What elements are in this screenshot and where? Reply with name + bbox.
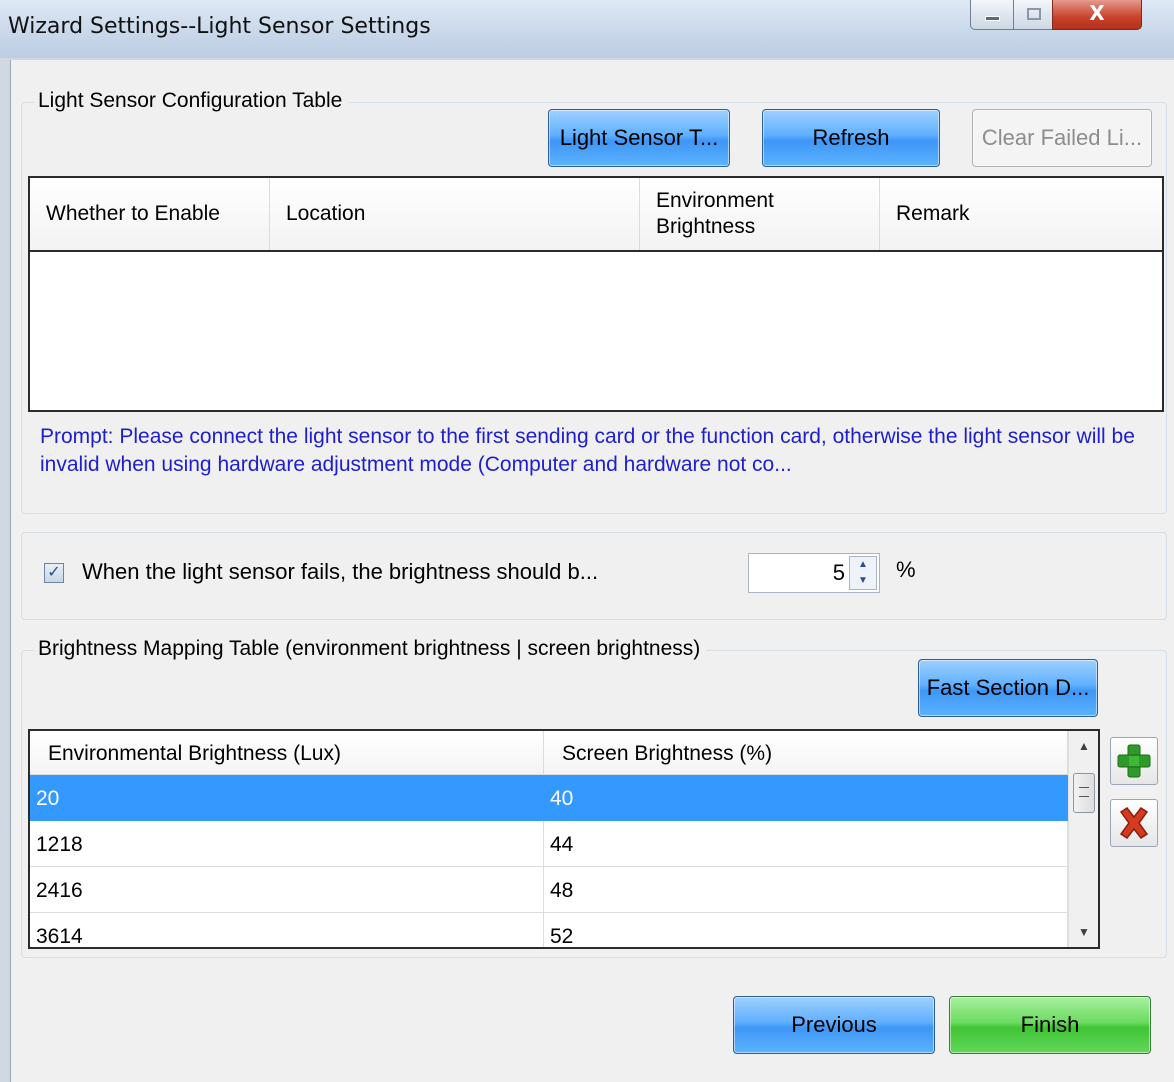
fail-brightness-label: When the light sensor fails, the brightn…: [82, 559, 599, 584]
cell-env: 20: [30, 775, 544, 821]
column-header-enable[interactable]: Whether to Enable: [30, 178, 270, 250]
column-header-screen-brightness[interactable]: Screen Brightness (%): [544, 731, 1068, 775]
table-body-empty: [30, 252, 1162, 410]
brightness-mapping-group: Brightness Mapping Table (environment br…: [21, 637, 1167, 958]
cell-env: 3614: [30, 913, 544, 947]
clear-failed-button[interactable]: Clear Failed Li...: [972, 109, 1152, 167]
window-titlebar[interactable]: Wizard Settings--Light Sensor Settings X: [0, 0, 1174, 58]
table-row[interactable]: 2416 48: [30, 867, 1068, 913]
delete-row-button[interactable]: [1110, 799, 1158, 847]
add-row-button[interactable]: [1110, 737, 1158, 785]
fast-section-button[interactable]: Fast Section D...: [918, 659, 1098, 717]
plus-icon: [1117, 744, 1151, 778]
cell-screen: 44: [544, 821, 1068, 867]
minimize-icon: [985, 16, 1000, 21]
previous-button[interactable]: Previous: [733, 996, 935, 1054]
scroll-thumb[interactable]: [1073, 773, 1095, 813]
vertical-scrollbar[interactable]: ▲ ▼: [1068, 731, 1098, 947]
maximize-button[interactable]: [1013, 0, 1053, 30]
fail-brightness-unit: %: [896, 557, 916, 582]
close-button[interactable]: X: [1052, 0, 1142, 30]
finish-button[interactable]: Finish: [949, 996, 1151, 1054]
table-row[interactable]: 3614 52: [30, 913, 1068, 947]
light-sensor-test-button[interactable]: Light Sensor T...: [548, 109, 730, 167]
fail-brightness-checkbox[interactable]: ✓: [44, 563, 64, 583]
spin-down-icon[interactable]: ▼: [850, 573, 876, 589]
light-sensor-config-group: Light Sensor Configuration Table Light S…: [21, 89, 1167, 514]
fail-brightness-spinner[interactable]: 5 ▲ ▼: [748, 553, 880, 593]
cell-env: 2416: [30, 867, 544, 913]
minimize-button[interactable]: [970, 0, 1014, 30]
connection-prompt: Prompt: Please connect the light sensor …: [40, 425, 1135, 476]
cell-env: 1218: [30, 821, 544, 867]
config-group-legend: Light Sensor Configuration Table: [34, 89, 349, 113]
column-header-env-lux[interactable]: Environmental Brightness (Lux): [30, 731, 544, 775]
close-icon: X: [1089, 1, 1105, 25]
scroll-down-icon[interactable]: ▼: [1069, 919, 1098, 945]
dialog-client-area: Light Sensor Configuration Table Light S…: [10, 60, 1174, 1082]
column-header-environment-brightness[interactable]: Environment Brightness: [640, 178, 880, 250]
mapping-group-legend: Brightness Mapping Table (environment br…: [34, 637, 707, 661]
maximize-icon: [1027, 8, 1041, 20]
column-header-remark[interactable]: Remark: [880, 178, 1162, 250]
cell-screen: 40: [544, 775, 1068, 821]
delete-x-icon: [1119, 806, 1149, 840]
refresh-button[interactable]: Refresh: [762, 109, 940, 167]
cell-screen: 48: [544, 867, 1068, 913]
light-sensor-table[interactable]: Whether to Enable Location Environment B…: [28, 176, 1164, 412]
spinner-buttons[interactable]: ▲ ▼: [849, 556, 877, 590]
window-title: Wizard Settings--Light Sensor Settings: [8, 14, 431, 39]
cell-screen: 52: [544, 913, 1068, 947]
spin-up-icon[interactable]: ▲: [850, 557, 876, 573]
column-header-location[interactable]: Location: [270, 178, 640, 250]
table-row[interactable]: 1218 44: [30, 821, 1068, 867]
sensor-fail-group: ✓ When the light sensor fails, the brigh…: [21, 532, 1167, 620]
fail-brightness-value[interactable]: 5: [833, 554, 845, 592]
brightness-mapping-table[interactable]: Environmental Brightness (Lux) Screen Br…: [28, 729, 1100, 949]
table-row[interactable]: 20 40: [30, 775, 1068, 821]
scroll-up-icon[interactable]: ▲: [1069, 733, 1098, 759]
